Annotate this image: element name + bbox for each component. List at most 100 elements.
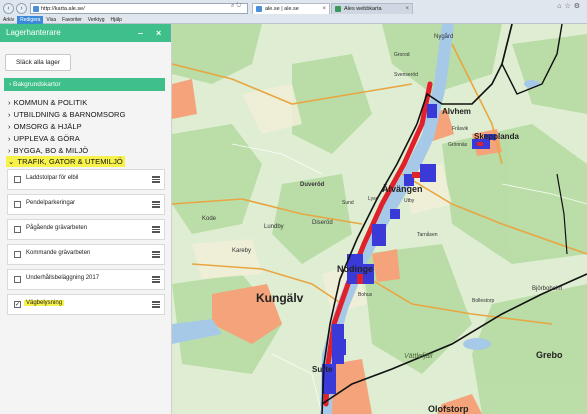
layer-row[interactable]: Pendelparkeringar [7, 194, 165, 215]
place-label: Vättlefjäll [404, 353, 433, 360]
layer-checkbox[interactable] [14, 176, 21, 183]
layer-row[interactable]: ✓ Vägbelysning [7, 294, 165, 315]
tab-favicon-icon [335, 6, 341, 12]
chevron-right-icon: › [8, 98, 11, 107]
place-label: Lyse [368, 196, 379, 202]
refresh-icon[interactable]: ↻ [236, 3, 243, 9]
menu-item-visa[interactable]: Visa [43, 16, 59, 24]
address-actions: ⌕↻ [231, 3, 243, 10]
category-label: BYGGA, BO & MILJÖ [13, 146, 89, 155]
close-icon[interactable]: × [405, 4, 409, 15]
place-label: Alvhem [442, 107, 471, 116]
background-maps-bar[interactable]: › Bakgrundskartor [4, 78, 165, 91]
map-view[interactable]: Nygård Grorod Svenseröd Alvhem Skeppland… [172, 24, 587, 414]
address-bar[interactable]: http://karta.ale.se/ [30, 3, 248, 14]
layer-checkbox[interactable]: ✓ [14, 301, 21, 308]
category-uppleva[interactable]: › UPPLEVA & GÖRA [8, 134, 80, 143]
tab-label: Ales webbkarta [344, 6, 382, 12]
tab-ale[interactable]: ale.se | ale.se × [252, 3, 330, 14]
layer-label: Laddstolpar för elbil [26, 175, 79, 181]
layer-checkbox[interactable] [14, 251, 21, 258]
minimize-icon[interactable]: – [138, 24, 143, 42]
menu-item-redigera[interactable]: Redigera [17, 16, 44, 24]
layer-row[interactable]: Underhållsbeläggning 2017 [7, 269, 165, 290]
legend-list-icon[interactable] [152, 301, 160, 308]
place-label: Nygård [434, 33, 453, 40]
legend-list-icon[interactable] [152, 276, 160, 283]
legend-list-icon[interactable] [152, 251, 160, 258]
panel-header: Lagerhanterare – × [0, 24, 171, 42]
legend-list-icon[interactable] [152, 201, 160, 208]
category-bygga[interactable]: › BYGGA, BO & MILJÖ [8, 146, 88, 155]
category-label: OMSORG & HJÄLP [13, 122, 82, 131]
browser-chrome: ‹ › http://karta.ale.se/ ⌕↻ ale.se | ale… [0, 0, 587, 24]
layer-checkbox[interactable] [14, 276, 21, 283]
place-label: Duveröd [300, 182, 325, 188]
category-label: UTBILDNING & BARNOMSORG [13, 110, 126, 119]
place-label: Surte [312, 365, 333, 374]
menu-item-arkiv[interactable]: Arkiv [0, 16, 17, 24]
hide-all-layers-button[interactable]: Släck alla lager [5, 54, 71, 71]
chevron-down-icon: ⌄ [8, 157, 15, 166]
place-label: Grebo [536, 350, 563, 360]
place-label: Grönnäs [448, 142, 468, 148]
menu-item-verktyg[interactable]: Verktyg [85, 16, 108, 24]
place-label: Nödinge [337, 264, 373, 274]
browser-tools: ⌂☆⚙ [557, 2, 583, 10]
place-label: Kareby [232, 248, 251, 254]
place-label: Sund [342, 200, 354, 206]
place-label: Bollestorp [472, 298, 494, 304]
site-favicon-icon [33, 6, 39, 12]
layer-row[interactable]: Pågående grävarbeten [7, 219, 165, 240]
chevron-right-icon: › [8, 134, 11, 143]
layer-row[interactable]: Laddstolpar för elbil [7, 169, 165, 190]
legend-list-icon[interactable] [152, 176, 160, 183]
place-label: Svenseröd [394, 72, 418, 78]
chevron-right-icon: › [8, 122, 11, 131]
chevron-right-icon: › [8, 110, 11, 119]
place-label: Grorod [394, 52, 410, 58]
place-label: Diseröd [312, 220, 333, 226]
back-icon[interactable]: ‹ [3, 3, 14, 14]
place-label: Tarnåsen [417, 231, 438, 238]
gear-icon[interactable]: ⚙ [574, 3, 583, 10]
place-label: Olofstorp [428, 404, 469, 414]
place-label: Bohus [358, 292, 373, 298]
tab-label: ale.se | ale.se [265, 6, 299, 12]
chevron-right-icon: › [8, 146, 11, 155]
layer-label: Underhållsbeläggning 2017 [26, 275, 100, 281]
place-label: Utby [404, 198, 415, 204]
layer-label: Vägbelysning [24, 300, 65, 306]
star-icon[interactable]: ☆ [564, 3, 573, 10]
tab-webbkarta[interactable]: Ales webbkarta × [331, 3, 413, 14]
category-label: KOMMUN & POLITIK [13, 98, 88, 107]
background-maps-label: Bakgrundskartor [12, 81, 61, 88]
category-trafik[interactable]: ⌄ TRAFIK, GATOR & UTEMILJÖ [6, 156, 125, 167]
menu-item-hjalp[interactable]: Hjälp [107, 16, 124, 24]
place-label: Skepplanda [474, 132, 519, 141]
category-utbildning[interactable]: › UTBILDNING & BARNOMSORG [8, 110, 126, 119]
place-label: Björboholm [532, 286, 562, 292]
category-label: UPPLEVA & GÖRA [13, 134, 80, 143]
menu-item-favoriter[interactable]: Favoriter [59, 16, 85, 24]
category-omsorg[interactable]: › OMSORG & HJÄLP [8, 122, 82, 131]
layer-checkbox[interactable] [14, 226, 21, 233]
place-label: Kode [202, 216, 217, 222]
forward-icon[interactable]: › [16, 3, 27, 14]
layer-row[interactable]: Kommande grävarbeten [7, 244, 165, 265]
tab-favicon-icon [256, 6, 262, 12]
place-label: Lundby [264, 224, 284, 230]
category-label: TRAFIK, GATOR & UTEMILJÖ [17, 157, 123, 166]
close-icon[interactable]: × [322, 4, 326, 15]
address-text: http://karta.ale.se/ [41, 6, 85, 12]
place-label: Älvängen [382, 184, 423, 194]
layer-label: Kommande grävarbeten [26, 250, 91, 256]
place-label: Kungälv [256, 291, 304, 305]
category-kommun-politik[interactable]: › KOMMUN & POLITIK [8, 98, 87, 107]
close-icon[interactable]: × [156, 24, 161, 42]
layer-manager-panel: Lagerhanterare – × Släck alla lager › Ba… [0, 24, 172, 414]
layer-label: Pågående grävarbeten [26, 225, 88, 231]
layer-checkbox[interactable] [14, 201, 21, 208]
place-label: Fråsvik [452, 125, 469, 132]
legend-list-icon[interactable] [152, 226, 160, 233]
